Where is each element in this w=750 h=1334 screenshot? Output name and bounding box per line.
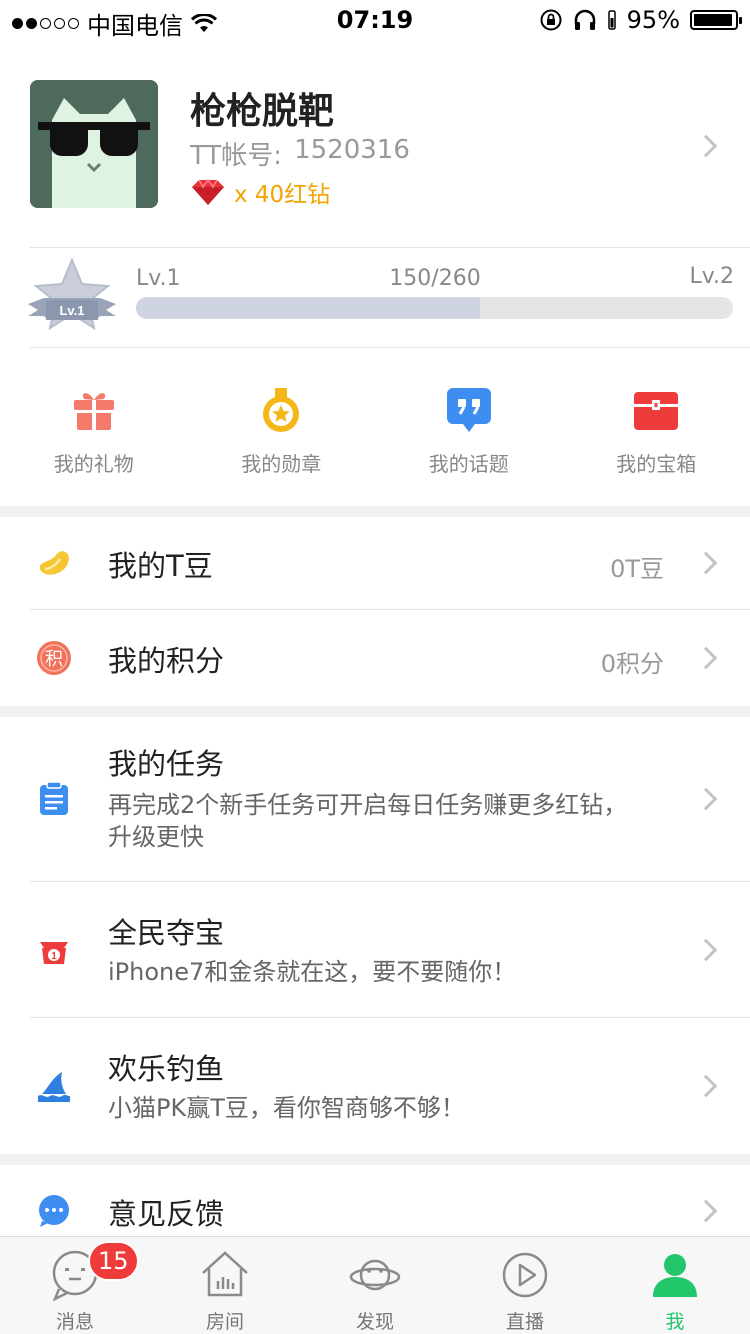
battery-percent: 95%	[626, 6, 680, 34]
chevron-right-icon	[694, 646, 718, 670]
row-title: 意见反馈	[108, 1197, 225, 1231]
status-bar: 中国电信 07:19 95%	[0, 0, 750, 40]
tab-label: 直播	[505, 1311, 544, 1333]
level-progress: Lv.1 Lv.1 150/260 Lv.2	[0, 248, 750, 347]
row-title: 欢乐钓鱼	[108, 1052, 225, 1086]
profile-header[interactable]: 枪枪脱靶 TT帐号: 1520316 x 40红钻	[0, 40, 750, 246]
section-gap	[0, 506, 750, 517]
nickname: 枪枪脱靶	[190, 91, 335, 132]
menu-row-feedback[interactable]: 意见反馈	[0, 1165, 750, 1236]
points-balance: 0积分	[600, 650, 664, 678]
tab-bar: 15 消息 房间 发现 直播 我	[0, 1236, 750, 1334]
status-right: 95%	[539, 6, 742, 34]
quick-entry-label: 我的礼物	[53, 452, 134, 476]
points-icon-char: 积	[45, 649, 63, 670]
tab-me[interactable]: 我	[600, 1237, 750, 1334]
headphones-icon	[574, 9, 595, 30]
tbean-balance: 0T豆	[610, 555, 664, 583]
row-title: 全民夺宝	[108, 916, 225, 950]
tab-label: 发现	[355, 1311, 394, 1333]
chevron-right-icon	[694, 551, 718, 575]
room-icon	[202, 1251, 248, 1297]
account-id: 1520316	[294, 135, 410, 165]
tab-discover[interactable]: 发现	[300, 1237, 450, 1334]
tab-messages[interactable]: 15 消息	[0, 1237, 150, 1334]
lucky-bag-icon: 1	[40, 942, 68, 964]
level-progress-text: 150/260	[389, 266, 481, 291]
level-badge-text: Lv.1	[59, 303, 84, 318]
quick-entry-gifts[interactable]: 我的礼物	[0, 350, 188, 506]
row-subtitle: iPhone7和金条就在这，要不要随你！	[108, 958, 517, 986]
person-icon	[653, 1254, 697, 1297]
clipboard-icon	[40, 781, 68, 815]
row-subtitle: 再完成2个新手任务可开启每日任务赚更多红钻，升级更快	[108, 791, 628, 851]
tab-label: 房间	[205, 1311, 244, 1333]
chevron-right-icon	[694, 134, 718, 158]
unread-badge: 15	[88, 1241, 139, 1281]
section-gap	[0, 706, 750, 717]
tab-label: 消息	[55, 1311, 94, 1333]
chevron-right-icon	[694, 1074, 718, 1098]
chevron-right-icon	[694, 938, 718, 962]
tab-rooms[interactable]: 房间	[150, 1237, 300, 1334]
menu-row-points[interactable]: 积 我的积分 0积分	[0, 610, 750, 706]
menu-row-fishing[interactable]: 欢乐钓鱼 小猫PK赢T豆，看你智商够不够！	[0, 1018, 750, 1154]
play-icon	[502, 1252, 548, 1298]
row-title: 我的T豆	[108, 549, 213, 583]
menu-row-tasks[interactable]: 我的任务 再完成2个新手任务可开启每日任务赚更多红钻，升级更快	[0, 717, 750, 881]
menu-row-treasure[interactable]: 1 全民夺宝 iPhone7和金条就在这，要不要随你！	[0, 882, 750, 1017]
quick-entry-medals[interactable]: 我的勋章	[188, 350, 376, 506]
quick-entries: 我的礼物 我的勋章 我的话题 我的宝箱	[0, 350, 750, 506]
topic-icon	[446, 388, 491, 432]
gift-icon	[73, 393, 114, 430]
red-diamond-icon	[192, 178, 224, 205]
chat-bubble-icon	[39, 1195, 69, 1227]
quick-entry-label: 我的勋章	[241, 452, 322, 476]
chevron-right-icon	[694, 1199, 718, 1223]
tab-live[interactable]: 直播	[450, 1237, 600, 1334]
treasure-box-icon	[634, 392, 679, 430]
diamond-count-text: x 40红钻	[234, 182, 331, 208]
next-level: Lv.2	[689, 264, 734, 289]
red-diamond-count: x 40红钻	[190, 175, 330, 209]
quick-entry-topics[interactable]: 我的话题	[375, 350, 563, 506]
svg-text:1: 1	[51, 951, 57, 962]
battery-indicator-icon	[607, 10, 616, 30]
bean-icon	[39, 551, 69, 575]
shark-fin-icon	[38, 1072, 70, 1102]
level-progress-bar	[136, 297, 733, 319]
rotation-lock-icon	[540, 9, 562, 31]
row-title: 我的任务	[108, 747, 225, 781]
battery-icon	[690, 10, 742, 30]
account-label: TT帐号:	[190, 141, 283, 171]
chevron-right-icon	[694, 787, 718, 811]
quick-entry-label: 我的宝箱	[616, 452, 697, 476]
divider	[30, 347, 750, 348]
menu-row-tbean[interactable]: 我的T豆 0T豆	[0, 517, 750, 609]
row-title: 我的积分	[108, 644, 225, 678]
account-info: TT帐号: 1520316	[190, 135, 410, 172]
points-icon: 积	[37, 641, 71, 675]
tab-label: 我	[665, 1311, 685, 1333]
medal-icon	[263, 388, 300, 432]
cat-sunglasses-avatar-icon	[30, 80, 158, 208]
avatar[interactable]	[30, 80, 158, 208]
row-subtitle: 小猫PK赢T豆，看你智商够不够！	[108, 1094, 465, 1122]
quick-entry-treasure-box[interactable]: 我的宝箱	[563, 350, 750, 506]
quick-entry-label: 我的话题	[428, 452, 509, 476]
planet-icon	[349, 1259, 401, 1291]
section-gap	[0, 1154, 750, 1165]
